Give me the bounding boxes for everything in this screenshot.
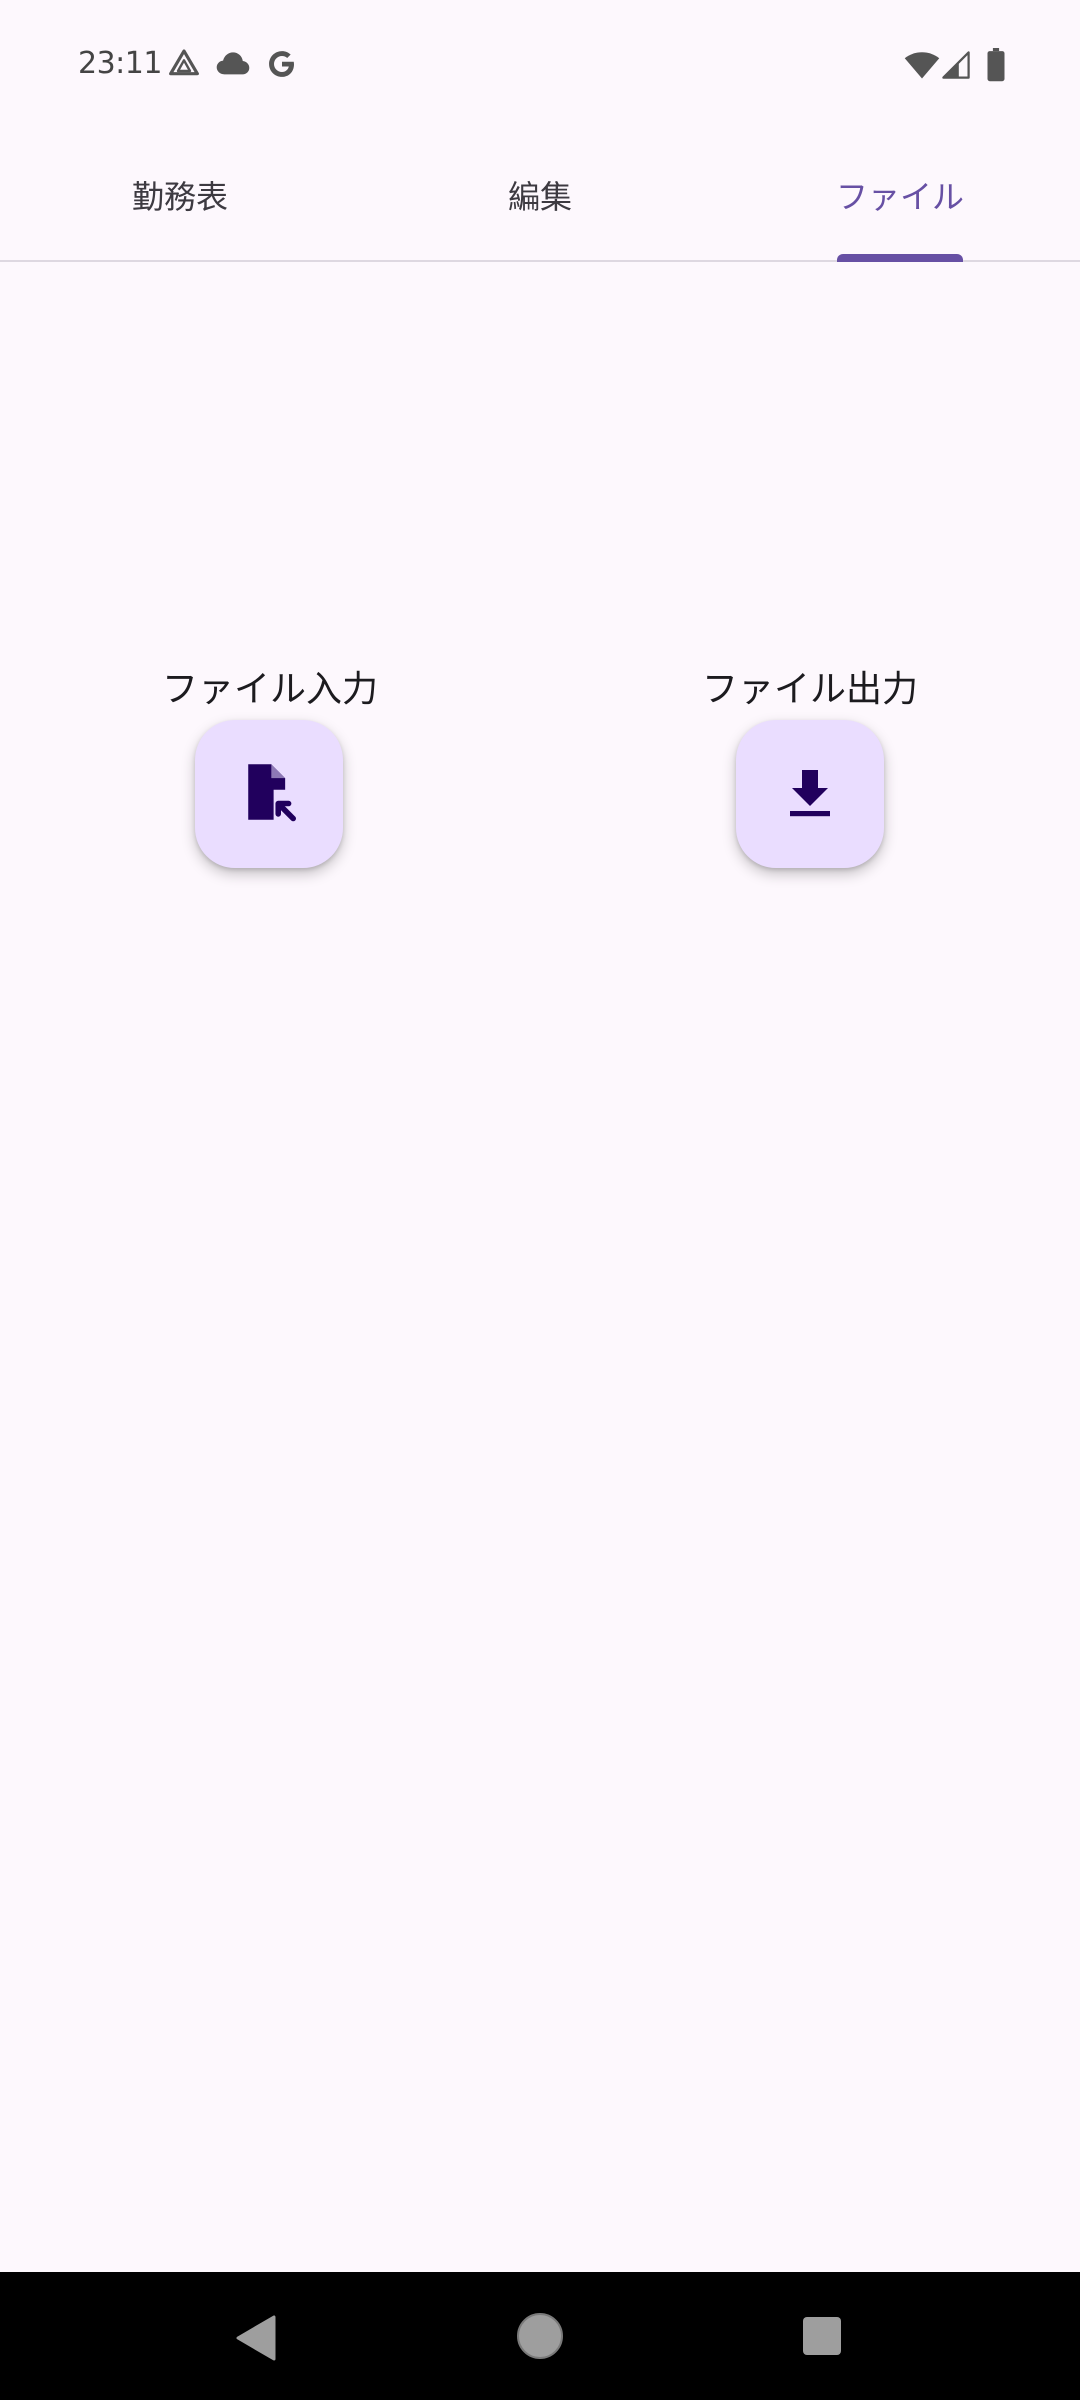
- tab-indicator: [837, 254, 963, 262]
- system-nav-bar: [0, 2272, 1080, 2400]
- tab-henshu[interactable]: 編集: [360, 130, 720, 260]
- file-import-button[interactable]: [195, 720, 343, 868]
- home-icon[interactable]: [516, 2312, 564, 2364]
- tab-label: ファイル: [835, 178, 964, 216]
- recents-icon[interactable]: [802, 2316, 842, 2360]
- status-time: 23:11: [78, 46, 162, 81]
- cell-signal-icon: [942, 50, 970, 84]
- file-export-button[interactable]: [736, 720, 884, 868]
- back-icon[interactable]: [234, 2314, 278, 2366]
- wifi-icon: [904, 50, 940, 84]
- tab-label: 編集: [507, 178, 572, 216]
- tab-label: 勤務表: [131, 178, 228, 216]
- tab-kinmuhyo[interactable]: 勤務表: [0, 130, 360, 260]
- file-import-label: ファイル入力: [161, 669, 378, 710]
- battery-icon: [986, 48, 1006, 86]
- tab-bar: 勤務表 編集 ファイル: [0, 130, 1080, 262]
- tab-file[interactable]: ファイル: [720, 130, 1080, 260]
- download-icon: [786, 766, 834, 822]
- file-export-label: ファイル出力: [701, 669, 918, 710]
- drive-icon: [168, 47, 200, 83]
- status-bar: 23:11: [0, 0, 1080, 130]
- file-open-icon: [241, 762, 297, 826]
- cloud-icon: [216, 49, 250, 81]
- google-icon: [266, 48, 298, 84]
